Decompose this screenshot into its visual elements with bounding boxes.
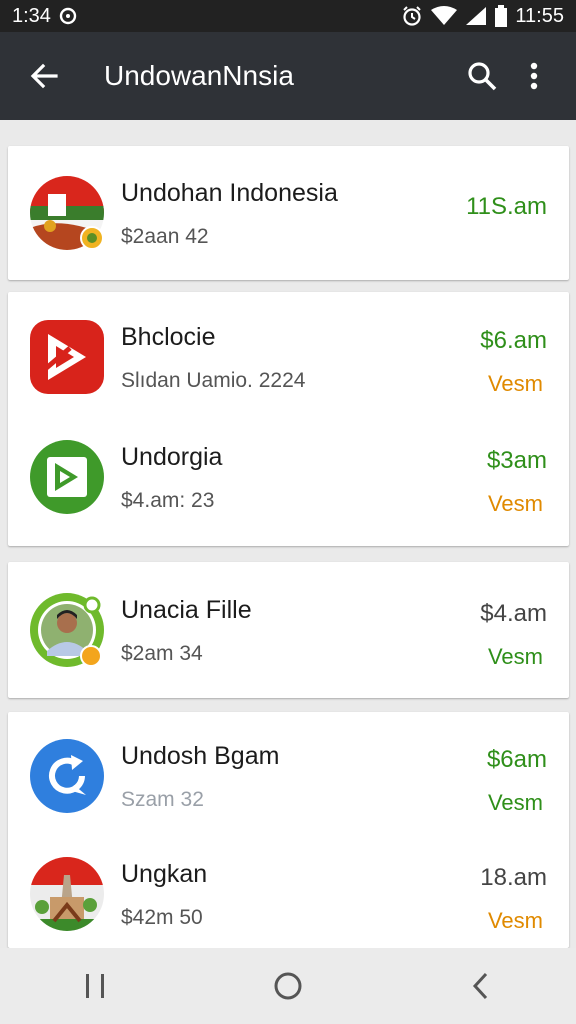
status-time-left: 1:34: [12, 4, 51, 27]
wifi-icon: [431, 6, 458, 26]
timestamp: 18.am: [480, 864, 547, 891]
message-preview: $2aan 42: [121, 225, 209, 248]
contact-name: Unacia Fille: [121, 596, 252, 624]
list-item[interactable]: Bhclocie Slıdan Uamio. 2224 $6.am Vesm: [8, 295, 569, 415]
monument-scene-avatar: [30, 857, 104, 931]
contact-name: Undosh Bgam: [121, 742, 280, 770]
sync-icon: [59, 7, 77, 25]
message-preview: $42m 50: [121, 906, 203, 929]
timestamp: 11S.am: [466, 193, 547, 220]
status-label: Vesm: [487, 908, 543, 933]
chat-card: Undosh Bgam Szam 32 $6am Vesm Ungkan $42…: [8, 712, 569, 948]
list-item[interactable]: Unacia Fille $2am 34 $4.am Vesm: [8, 568, 569, 688]
green-play-logo-avatar: [30, 440, 104, 514]
timestamp: $6.am: [480, 327, 547, 354]
red-play-logo-avatar: [30, 320, 104, 394]
person-photo-avatar: [30, 593, 104, 667]
app-bar: UndowanNnsia: [0, 32, 576, 120]
timestamp: $6am: [486, 746, 547, 773]
message-preview: $2am 34: [121, 642, 203, 665]
status-bar: 1:34 11:55: [0, 0, 576, 32]
status-time-right: 11:55: [515, 4, 564, 27]
message-preview: $4.am: 23: [121, 489, 215, 512]
list-item[interactable]: Undorgia $4.am: 23 $3am Vesm: [8, 415, 569, 535]
more-vert-icon[interactable]: [508, 48, 560, 104]
contact-name: Bhclocie: [121, 323, 216, 351]
status-label: Vesm: [487, 790, 543, 815]
page-title: UndowanNnsia: [104, 60, 294, 91]
chat-card: Unacia Fille $2am 34 $4.am Vesm: [8, 562, 569, 698]
list-item[interactable]: Undohan Indonesia $2aan 42 11S.am: [8, 151, 569, 271]
alarm-icon: [401, 5, 423, 27]
status-label: Vesm: [487, 491, 543, 516]
blue-refresh-logo-avatar: [30, 739, 104, 813]
battery-icon: [495, 5, 508, 27]
message-preview: Slıdan Uamio. 2224: [121, 369, 306, 392]
back-icon[interactable]: [440, 956, 520, 1016]
search-icon[interactable]: [456, 48, 508, 104]
home-icon[interactable]: [248, 956, 328, 1016]
contact-name: Ungkan: [121, 860, 208, 888]
message-preview: Szam 32: [121, 788, 204, 811]
contact-name: Undohan Indonesia: [121, 179, 338, 207]
signal-icon: [465, 6, 487, 26]
recents-icon[interactable]: [56, 956, 136, 1016]
chat-card: Undohan Indonesia $2aan 42 11S.am: [8, 146, 569, 280]
list-item[interactable]: Undosh Bgam Szam 32 $6am Vesm: [8, 714, 569, 834]
status-label: Vesm: [487, 371, 543, 396]
status-label: Vesm: [487, 644, 543, 669]
indonesia-flag-avatar: [30, 176, 104, 250]
system-nav-bar: [0, 948, 576, 1024]
contact-name: Undorgia: [121, 443, 223, 471]
chat-card: Bhclocie Slıdan Uamio. 2224 $6.am Vesm U…: [8, 292, 569, 546]
timestamp: $4.am: [480, 600, 547, 627]
timestamp: $3am: [486, 447, 547, 474]
back-arrow-icon[interactable]: [16, 48, 72, 104]
list-item[interactable]: Ungkan $42m 50 18.am Vesm: [8, 832, 569, 952]
